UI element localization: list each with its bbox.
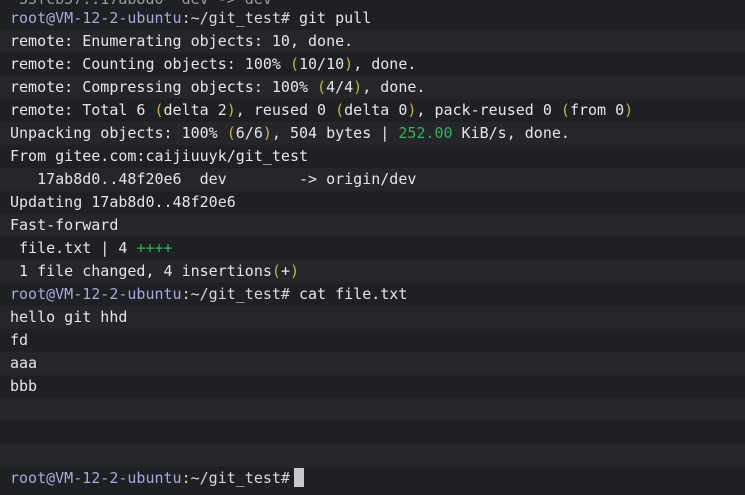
command-text: git pull — [299, 9, 372, 27]
paren: ) — [289, 262, 299, 280]
transfer-rate: 252.00 — [398, 124, 453, 142]
output-text: remote: Counting objects: 100% — [10, 55, 290, 73]
output-text: remote: Total 6 — [10, 101, 155, 119]
output-text: + — [280, 262, 290, 280]
output-text: , reused 0 — [235, 101, 336, 119]
command-text: cat file.txt — [299, 285, 408, 303]
empty-line — [0, 421, 745, 444]
output-line: remote: Enumerating objects: 10, done. — [0, 30, 745, 53]
file-text: hello git hhd — [10, 308, 128, 326]
output-text: 10/10 — [299, 55, 345, 73]
output-line: 1 file changed, 4 insertions(+) — [0, 260, 745, 283]
output-line: remote: Total 6 (delta 2), reused 0 (del… — [0, 99, 745, 122]
file-text: aaa — [10, 354, 38, 372]
prompt-line-git-pull: root@VM-12-2-ubuntu:~/git_test# git pull — [0, 7, 745, 30]
output-line: From gitee.com:caijiuuyk/git_test — [0, 145, 745, 168]
output-line: Fast-forward — [0, 214, 745, 237]
output-text: 1 file changed, 4 insertions — [10, 262, 272, 280]
output-text: remote: Enumerating objects: 10, done. — [10, 32, 354, 50]
paren: ( — [317, 78, 327, 96]
output-text: , done. — [353, 55, 417, 73]
output-text: Fast-forward — [10, 216, 119, 234]
file-text: fd — [10, 331, 29, 349]
paren: ( — [289, 55, 299, 73]
paren: ) — [624, 101, 634, 119]
output-text: delta 0 — [344, 101, 408, 119]
output-text: KiB/s, done. — [452, 124, 570, 142]
output-line: 17ab8d0..48f20e6 dev -> origin/dev — [0, 168, 745, 191]
text-cursor[interactable] — [293, 468, 304, 487]
output-line: Unpacking objects: 100% (6/6), 504 bytes… — [0, 122, 745, 145]
paren: ) — [353, 78, 363, 96]
prompt-line-active[interactable]: root@VM-12-2-ubuntu:~/git_test# — [0, 467, 745, 490]
output-text: Updating 17ab8d0..48f20e6 — [10, 193, 236, 211]
output-text: From gitee.com:caijiuuyk/git_test — [10, 147, 309, 165]
terminal-window[interactable]: 33fcb57..17ab8d0 dev -> dev root@VM-12-2… — [0, 0, 745, 495]
empty-line — [0, 398, 745, 421]
output-line: file.txt | 4 ++++ — [0, 237, 745, 260]
paren: ( — [271, 262, 281, 280]
output-text: remote: Compressing objects: 100% — [10, 78, 318, 96]
paren: ( — [335, 101, 345, 119]
output-text: , pack-reused 0 — [416, 101, 561, 119]
empty-line — [0, 444, 745, 467]
prompt-user-host: root@VM-12-2-ubuntu — [10, 469, 182, 487]
prompt-line-cat: root@VM-12-2-ubuntu:~/git_test# cat file… — [0, 283, 745, 306]
prompt-path: :~/git_test# — [181, 9, 290, 27]
prompt-path: :~/git_test# — [181, 469, 290, 487]
paren: ) — [344, 55, 354, 73]
paren: ( — [226, 124, 236, 142]
file-line: bbb — [0, 375, 745, 398]
prompt-path: :~/git_test# — [181, 285, 290, 303]
output-text: 6/6 — [235, 124, 263, 142]
paren: ) — [226, 101, 236, 119]
output-text: Unpacking objects: 100% — [10, 124, 227, 142]
paren: ( — [560, 101, 570, 119]
file-line: hello git hhd — [0, 306, 745, 329]
output-text: , done. — [362, 78, 426, 96]
file-line: fd — [0, 329, 745, 352]
output-text: file.txt | 4 — [10, 239, 137, 257]
prompt-user-host: root@VM-12-2-ubuntu — [10, 285, 182, 303]
output-line: remote: Counting objects: 100% (10/10), … — [0, 53, 745, 76]
file-line: aaa — [0, 352, 745, 375]
output-text: delta 2 — [163, 101, 227, 119]
output-text: 17ab8d0..48f20e6 dev -> origin/dev — [10, 170, 417, 188]
output-text: 4/4 — [326, 78, 354, 96]
paren: ( — [154, 101, 164, 119]
output-text: , 504 bytes | — [271, 124, 399, 142]
output-text: from 0 — [569, 101, 625, 119]
output-line: Updating 17ab8d0..48f20e6 — [0, 191, 745, 214]
file-text: bbb — [10, 377, 38, 395]
diffstat-plus: ++++ — [136, 239, 173, 257]
prompt-user-host: root@VM-12-2-ubuntu — [10, 9, 182, 27]
paren: ) — [262, 124, 272, 142]
output-line: remote: Compressing objects: 100% (4/4),… — [0, 76, 745, 99]
